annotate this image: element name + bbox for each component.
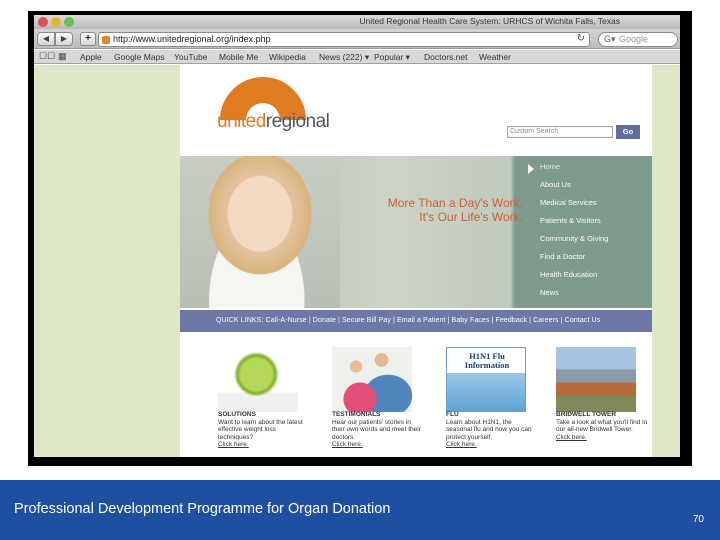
slide-footer: Professional Development Programme for O… <box>0 480 720 540</box>
window-title: United Regional Health Care System: URHC… <box>359 16 620 26</box>
minimize-window-icon[interactable] <box>51 17 61 27</box>
address-bar-url: http://www.unitedregional.org/index.php <box>113 34 271 44</box>
browser-search-placeholder: Google <box>619 34 649 44</box>
feature-body: Learn about H1N1, the seasonal flu and h… <box>446 418 532 441</box>
close-window-icon[interactable] <box>38 17 48 27</box>
tower-image[interactable] <box>556 347 636 412</box>
site-search-input[interactable]: Custom Search <box>507 126 613 138</box>
flu-image[interactable]: H1N1 Flu Information <box>446 347 526 412</box>
logo-suffix: regional <box>265 111 330 132</box>
quick-links-bar: QUICK LINKS: Call-A-Nurse | Donate | Sec… <box>180 310 652 332</box>
feature-text: BRIDWELL TOWER Take a look at what you'l… <box>556 411 648 441</box>
bookmark-item[interactable]: Popular ▾ <box>374 52 410 63</box>
feature-title: SOLUTIONS <box>218 411 256 418</box>
feature-title: TESTIMONIALS <box>332 411 381 418</box>
feature-title: FLU <box>446 411 459 418</box>
zoom-window-icon[interactable] <box>64 17 74 27</box>
hero-tagline: More Than a Day's Work. It's Our Life's … <box>345 196 523 224</box>
apple-image[interactable] <box>218 347 298 412</box>
title-bar: United Regional Health Care System: URHC… <box>34 15 680 29</box>
feature-body: Take a look at what you'll find in our a… <box>556 418 648 434</box>
feature-title: BRIDWELL TOWER <box>556 411 617 418</box>
reading-list-icon[interactable]: ☐☐ <box>39 51 55 62</box>
hero-banner: More Than a Day's Work. It's Our Life's … <box>180 156 652 308</box>
feature-link[interactable]: Click here. <box>218 441 310 449</box>
bookmark-item[interactable]: Weather <box>479 52 511 62</box>
search-engine-icon[interactable]: G▾ <box>604 34 616 45</box>
browser-window: United Regional Health Care System: URHC… <box>34 15 680 457</box>
page-content: unitedregional Custom Search Go More Tha… <box>180 59 652 457</box>
bookmark-item[interactable]: News (222) ▾ <box>319 52 369 63</box>
browser-toolbar: ◀ ▶ + http://www.unitedregional.org/inde… <box>34 29 680 49</box>
bookmark-item[interactable]: Wikipedia <box>269 52 306 62</box>
feature-link[interactable]: Click here. <box>332 441 424 449</box>
address-bar[interactable]: http://www.unitedregional.org/index.php … <box>98 32 590 47</box>
bookmarks-bar: ☐☐ ▦ Apple Google Maps YouTube Mobile Me… <box>34 50 680 64</box>
nav-active-arrow-icon <box>528 164 534 174</box>
feature-body: Hear our patients' stories in their own … <box>332 418 421 441</box>
nav-item-medical-services[interactable]: Medical Services <box>540 198 597 207</box>
screenshot-frame: United Regional Health Care System: URHC… <box>28 11 692 466</box>
back-arrow-icon: ◀ <box>42 34 50 43</box>
nav-item-home[interactable]: Home <box>540 162 560 171</box>
back-button[interactable]: ◀ <box>37 32 55 46</box>
page-number: 70 <box>692 514 704 525</box>
feature-link[interactable]: Click here. <box>446 441 538 449</box>
site-favicon-icon <box>102 36 110 44</box>
tagline-line-2: It's Our Life's Work. <box>419 210 523 224</box>
feature-body: Want to learn about the latest effective… <box>218 418 303 441</box>
flu-image-caption: H1N1 Flu Information <box>464 351 510 370</box>
family-image[interactable] <box>332 347 412 412</box>
forward-button[interactable]: ▶ <box>55 32 73 46</box>
web-page: unitedregional Custom Search Go More Tha… <box>34 59 680 457</box>
feature-link[interactable]: Click here. <box>556 434 648 442</box>
nav-item-news[interactable]: News <box>540 288 559 297</box>
feature-text: FLU Learn about H1N1, the seasonal flu a… <box>446 411 538 449</box>
bookmark-item[interactable]: Mobile Me <box>219 52 258 62</box>
bookmark-item[interactable]: Google Maps <box>114 52 165 62</box>
footer-text: Professional Development Programme for O… <box>14 501 391 517</box>
main-nav: Home About Us Medical Services Patients … <box>524 156 652 308</box>
browser-search-field[interactable]: G▾ Google <box>598 32 678 47</box>
feature-text: SOLUTIONS Want to learn about the latest… <box>218 411 310 449</box>
quick-links[interactable]: QUICK LINKS: Call-A-Nurse | Donate | Sec… <box>216 317 600 324</box>
reload-icon[interactable]: ↻ <box>577 33 585 44</box>
nav-item-health-education[interactable]: Health Education <box>540 270 597 279</box>
nav-item-find-doctor[interactable]: Find a Doctor <box>540 252 585 261</box>
forward-arrow-icon: ▶ <box>60 34 68 43</box>
hero-photo <box>180 156 340 308</box>
bookmarks-grid-icon[interactable]: ▦ <box>58 51 67 62</box>
nav-item-about[interactable]: About Us <box>540 180 571 189</box>
site-search-button[interactable]: Go <box>616 125 640 139</box>
site-logo[interactable]: unitedregional <box>217 111 330 133</box>
nav-item-community-giving[interactable]: Community & Giving <box>540 234 608 243</box>
nav-item-patients-visitors[interactable]: Patients & Visitors <box>540 216 601 225</box>
bookmark-item[interactable]: Doctors.net <box>424 52 467 62</box>
logo-prefix: united <box>217 111 266 132</box>
feature-text: TESTIMONIALS Hear our patients' stories … <box>332 411 424 449</box>
bookmark-item[interactable]: YouTube <box>174 52 207 62</box>
add-bookmark-button[interactable]: + <box>80 32 96 46</box>
tagline-line-1: More Than a Day's Work. <box>387 196 523 210</box>
bookmark-item[interactable]: Apple <box>80 52 102 62</box>
slide: United Regional Health Care System: URHC… <box>0 0 720 540</box>
